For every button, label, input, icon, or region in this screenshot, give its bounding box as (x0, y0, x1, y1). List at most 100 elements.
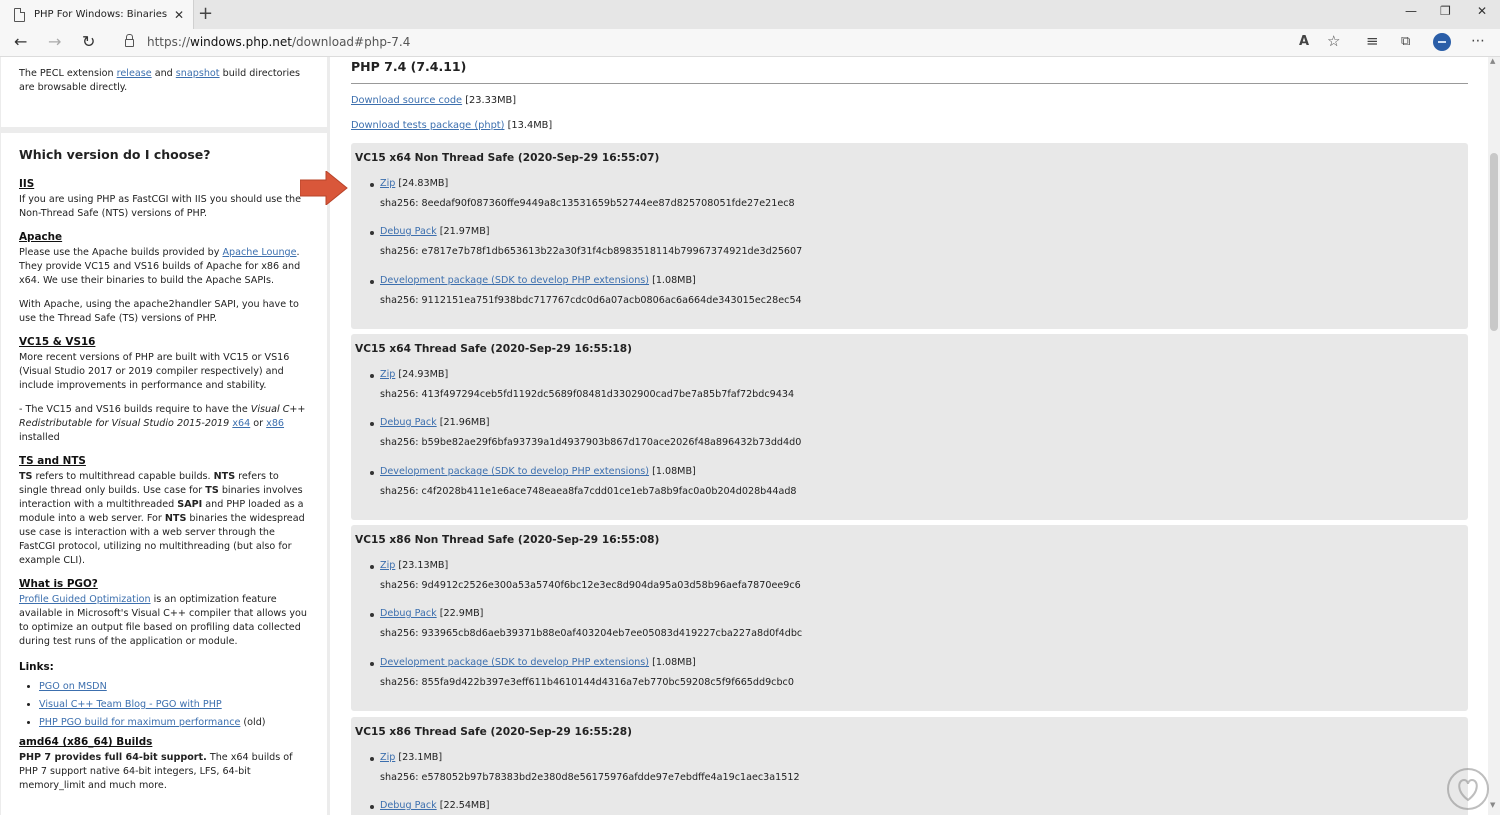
ts-nts-text: TS refers to multithread capable builds.… (19, 471, 305, 566)
forward-button[interactable]: → (48, 32, 61, 51)
build-block: VC15 x64 Non Thread Safe (2020-Sep-29 16… (351, 143, 1468, 329)
debug-item: Debug Pack [22.54MB] (370, 800, 490, 811)
release-link[interactable]: release (117, 68, 152, 79)
pgo-build-link[interactable]: PHP PGO build for maximum performance (39, 717, 240, 728)
version-title: PHP 7.4 (7.4.11) (351, 59, 467, 74)
dev-item: Development package (SDK to develop PHP … (370, 466, 696, 477)
download-tests-link[interactable]: Download tests package (phpt) (351, 120, 504, 131)
window-close-button[interactable]: ✕ (1477, 4, 1487, 18)
tests-download: Download tests package (phpt) [13.4MB] (351, 120, 553, 131)
page-icon (14, 7, 25, 22)
dev-package-link[interactable]: Development package (SDK to develop PHP … (380, 275, 649, 286)
build-block: VC15 x86 Thread Safe (2020-Sep-29 16:55:… (351, 717, 1468, 815)
dev-item: Development package (SDK to develop PHP … (370, 657, 696, 668)
debug-sha: sha256: b59be82ae29f6bfa93739a1d4937903b… (380, 437, 802, 448)
zip-link[interactable]: Zip (380, 752, 395, 763)
zip-link[interactable]: Zip (380, 369, 395, 380)
debug-sha: sha256: 933965cb8d6aeb39371b88e0af403204… (380, 628, 803, 639)
favorite-star-icon[interactable]: ☆ (1327, 32, 1340, 50)
vc-blog-link[interactable]: Visual C++ Team Blog - PGO with PHP (39, 699, 222, 710)
zip-link[interactable]: Zip (380, 560, 395, 571)
source-download: Download source code [23.33MB] (351, 95, 517, 106)
zip-sha: sha256: 413f497294ceb5fd1192dc5689f08481… (380, 389, 795, 400)
collections-icon[interactable]: ⧉ (1401, 34, 1410, 49)
zip-sha: sha256: 8eedaf90f087360ffe9449a8c1353165… (380, 198, 795, 209)
links-list: PGO on MSDN Visual C++ Team Blog - PGO w… (19, 681, 309, 728)
lock-icon[interactable] (125, 34, 134, 47)
dev-sha: sha256: 9112151ea751f938bdc717767cdc0d6a… (380, 295, 802, 306)
tab-title: PHP For Windows: Binaries and so (34, 9, 168, 20)
page-content: The PECL extension release and snapshot … (0, 57, 1500, 815)
scroll-up-icon[interactable]: ▲ (1490, 57, 1495, 65)
build-title: VC15 x86 Thread Safe (2020-Sep-29 16:55:… (355, 726, 633, 738)
red-arrow-icon (300, 171, 348, 205)
dev-package-link[interactable]: Development package (SDK to develop PHP … (380, 657, 649, 668)
profile-avatar[interactable] (1433, 33, 1451, 51)
zip-link[interactable]: Zip (380, 178, 395, 189)
new-tab-button[interactable]: + (198, 3, 213, 24)
dev-package-link[interactable]: Development package (SDK to develop PHP … (380, 466, 649, 477)
zip-item: Zip [23.13MB] (369, 560, 449, 571)
reload-button[interactable]: ↻ (82, 32, 95, 51)
debug-item: Debug Pack [22.9MB] (369, 608, 484, 619)
amd64-heading: amd64 (x86_64) Builds (19, 736, 153, 748)
pecl-text: The PECL extension release and snapshot … (19, 68, 301, 93)
debug-item: Debug Pack [21.97MB] (370, 226, 490, 237)
build-title: VC15 x64 Thread Safe (2020-Sep-29 16:55:… (355, 343, 633, 355)
pecl-box: The PECL extension release and snapshot … (1, 57, 327, 127)
build-block: VC15 x86 Non Thread Safe (2020-Sep-29 16… (351, 525, 1468, 711)
pgo-heading: What is PGO? (19, 578, 98, 590)
zip-item: Zip [24.83MB] (369, 178, 449, 189)
apache-heading: Apache (19, 231, 63, 243)
debug-pack-link[interactable]: Debug Pack (380, 800, 437, 811)
address-bar: ← → ↻ https://windows.php.net/download#p… (0, 29, 1500, 57)
browser-tab-bar: PHP For Windows: Binaries and so ✕ + — ❐… (0, 0, 1500, 29)
debug-pack-link[interactable]: Debug Pack (380, 608, 437, 619)
ts-nts-heading: TS and NTS (19, 455, 86, 467)
vc-heading: VC15 & VS16 (19, 336, 96, 348)
dev-sha: sha256: 855fa9d422b397e3eff611b4610144d4… (380, 677, 794, 688)
debug-pack-link[interactable]: Debug Pack (380, 417, 437, 428)
version-guide-box: Which version do I choose? IIS If you ar… (1, 133, 327, 815)
x64-link[interactable]: x64 (232, 418, 250, 429)
settings-menu-icon[interactable]: ⋯ (1471, 33, 1485, 49)
pgo-text: Profile Guided Optimization is an optimi… (19, 594, 307, 647)
scroll-thumb[interactable] (1490, 153, 1498, 331)
debug-pack-link[interactable]: Debug Pack (380, 226, 437, 237)
iis-text: If you are using PHP as FastCGI with IIS… (19, 194, 301, 219)
minimize-button[interactable]: — (1405, 4, 1417, 18)
scroll-down-icon[interactable]: ▼ (1490, 801, 1495, 809)
download-source-link[interactable]: Download source code (351, 95, 462, 106)
list-item: Visual C++ Team Blog - PGO with PHP (39, 699, 309, 710)
snapshot-link[interactable]: snapshot (176, 68, 220, 79)
pgo-msdn-link[interactable]: PGO on MSDN (39, 681, 107, 692)
sidebar: The PECL extension release and snapshot … (0, 57, 330, 815)
zip-sha: sha256: e578052b97b78383bd2e380d8e561759… (380, 772, 800, 783)
apache-ts-text: With Apache, using the apache2handler SA… (19, 299, 299, 324)
debug-item: Debug Pack [21.96MB] (370, 417, 490, 428)
build-title: VC15 x86 Non Thread Safe (2020-Sep-29 16… (355, 534, 660, 546)
amd64-text: PHP 7 provides full 64-bit support. The … (19, 752, 293, 791)
tab-close-icon[interactable]: ✕ (174, 8, 184, 22)
x86-link[interactable]: x86 (266, 418, 284, 429)
main-content: PHP 7.4 (7.4.11) Download source code [2… (333, 57, 1488, 815)
zip-item: Zip [23.1MB] (369, 752, 443, 763)
list-item: PHP PGO build for maximum performance (o… (39, 717, 309, 728)
favorites-icon[interactable]: ≡ (1366, 32, 1379, 50)
list-item: PGO on MSDN (39, 681, 309, 692)
pgo-link[interactable]: Profile Guided Optimization (19, 594, 151, 605)
maximize-button[interactable]: ❐ (1440, 4, 1451, 18)
browser-tab[interactable]: PHP For Windows: Binaries and so ✕ (0, 0, 194, 29)
build-title: VC15 x64 Non Thread Safe (2020-Sep-29 16… (355, 152, 660, 164)
build-block: VC15 x64 Thread Safe (2020-Sep-29 16:55:… (351, 334, 1468, 520)
zip-sha: sha256: 9d4912c2526e300a53a5740f6bc12e3e… (380, 580, 801, 591)
debug-sha: sha256: e7817e7b78f1db653613b22a30f31f4c… (380, 246, 803, 257)
page-scrollbar[interactable]: ▲ ▼ (1488, 57, 1500, 815)
apache-text: Please use the Apache builds provided by… (19, 247, 301, 286)
apache-lounge-link[interactable]: Apache Lounge (222, 247, 296, 258)
read-aloud-icon[interactable]: A (1299, 34, 1309, 49)
back-button[interactable]: ← (14, 32, 27, 51)
links-label: Links: (19, 661, 54, 673)
url-field[interactable]: https://windows.php.net/download#php-7.4 (147, 35, 410, 49)
vc-redist-text: - The VC15 and VS16 builds require to ha… (19, 404, 306, 443)
